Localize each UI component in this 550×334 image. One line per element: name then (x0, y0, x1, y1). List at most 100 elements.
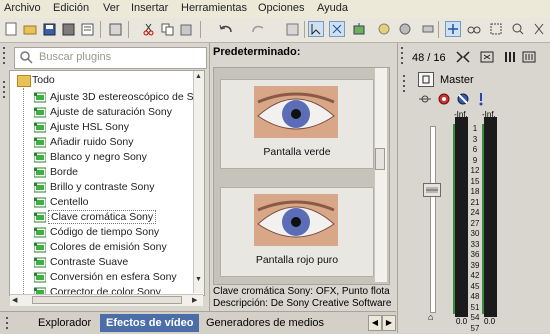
channel-count: 48 / 16 (412, 52, 446, 64)
meter-scale-tick: 39 (467, 261, 483, 272)
search-input[interactable]: Buscar plugins (14, 47, 207, 69)
tab-scroll-left-icon[interactable]: ◀ (368, 315, 382, 331)
meter-scale-tick: 42 (467, 271, 483, 282)
plugin-icon (34, 167, 45, 178)
menu-insertar[interactable]: Insertar (131, 2, 168, 14)
plugin-list-label: Centello (50, 196, 89, 208)
plugin-list-label: Colores de emisión Sony (50, 241, 167, 253)
toolbar-separator (100, 21, 101, 38)
tree-root[interactable]: Todo (10, 72, 200, 89)
volume-fader-track[interactable] (430, 126, 436, 313)
tab-scroll-right-icon[interactable]: ▶ (382, 315, 396, 331)
folder-icon (17, 75, 31, 87)
meter-scale-tick: 51 (467, 303, 483, 314)
tab-explorador[interactable]: Explorador (32, 314, 97, 332)
properties-icon[interactable] (79, 21, 95, 37)
menu-archivo[interactable]: Archivo (4, 2, 41, 14)
panel-grip[interactable] (2, 46, 7, 68)
meter-scale-tick: 48 (467, 292, 483, 303)
plugin-description-name: Clave cromática Sony: OFX, Punto flota (213, 286, 390, 297)
marker-icon[interactable] (397, 21, 413, 37)
plugin-list-label: Ajuste 3D estereoscópico de So (50, 91, 199, 103)
solo-icon[interactable] (456, 92, 470, 109)
menu-edicion[interactable]: Edición (53, 2, 89, 14)
cut-icon[interactable] (140, 21, 156, 37)
plugin-icon (34, 107, 45, 118)
meter-scale-tick: 33 (467, 240, 483, 251)
meter-right (484, 117, 497, 317)
pre-post-icon[interactable] (477, 92, 485, 109)
selection-edit-tool-icon[interactable] (488, 21, 504, 37)
settings-icon[interactable] (107, 21, 123, 37)
search-icon (20, 51, 33, 67)
mixer-properties-icon[interactable] (503, 51, 517, 66)
plugin-list-label: Ajuste HSL Sony (50, 121, 129, 133)
lock-icon[interactable] (376, 21, 392, 37)
preset-card[interactable]: Pantalla verde (220, 79, 374, 169)
dim-output-icon[interactable] (480, 51, 494, 66)
split-tool-icon[interactable] (531, 21, 547, 37)
tab-efectos-de-video[interactable]: Efectos de vídeo (100, 314, 199, 332)
fader-lock-icon[interactable]: ⌂ (428, 312, 433, 322)
plugin-icon (34, 197, 45, 208)
auto-ripple-icon[interactable] (329, 21, 345, 37)
meter-scale-tick: 15 (467, 177, 483, 188)
meter-scale-tick: 12 (467, 166, 483, 177)
tree-horizontal-scrollbar[interactable]: ◀ ▶ (10, 294, 203, 306)
open-folder-icon[interactable] (22, 21, 38, 37)
render-icon[interactable] (60, 21, 76, 37)
scroll-down-icon[interactable]: ▼ (195, 276, 202, 283)
panel-grip[interactable] (402, 74, 407, 101)
normal-edit-tool-icon[interactable] (445, 21, 461, 37)
panel-grip[interactable] (5, 316, 10, 333)
volume-fader-thumb[interactable] (423, 183, 441, 197)
panel-grip[interactable] (400, 46, 405, 73)
plugin-list-label: Conversión en esfera Sony (50, 271, 177, 283)
plugin-description-text: Descripción: De Sony Creative Software (213, 298, 391, 309)
snap-icon[interactable] (308, 21, 324, 37)
copy-icon[interactable] (159, 21, 175, 37)
new-file-icon[interactable] (3, 21, 19, 37)
scroll-left-icon[interactable]: ◀ (12, 296, 17, 304)
preset-card[interactable]: Pantalla rojo puro (220, 187, 374, 277)
delete-icon[interactable] (284, 21, 300, 37)
tab-generadores-de-medios[interactable]: Generadores de medios (200, 314, 330, 332)
preset-list[interactable]: Pantalla verde Pantalla rojo puro (213, 67, 390, 285)
meter-right-value: 0.0 (484, 317, 495, 326)
tree-vertical-scrollbar[interactable]: ▲ ▼ (193, 71, 204, 293)
zoom-tool-icon[interactable] (510, 21, 526, 37)
main-toolbar (0, 18, 550, 43)
meter-scale-tick: 21 (467, 198, 483, 209)
panel-grip[interactable] (2, 80, 7, 100)
menu-ver[interactable]: Ver (103, 2, 120, 14)
preset-scrollbar[interactable] (374, 68, 387, 282)
search-placeholder: Buscar plugins (39, 51, 111, 63)
downmix-icon[interactable] (456, 51, 470, 66)
menu-ayuda[interactable]: Ayuda (317, 2, 348, 14)
meter-scale-tick: 6 (467, 145, 483, 156)
envelope-edit-tool-icon[interactable] (466, 21, 482, 37)
redo-icon[interactable] (250, 21, 266, 37)
scroll-thumb[interactable] (32, 296, 182, 304)
undo-icon[interactable] (218, 21, 234, 37)
mixer-menu-icon[interactable] (522, 51, 536, 66)
preset-label: Pantalla verde (221, 146, 373, 158)
meter-left-level (453, 124, 455, 314)
save-icon[interactable] (41, 21, 57, 37)
plugin-list-label: Blanco y negro Sony (50, 151, 147, 163)
master-label: Master (440, 74, 474, 86)
scroll-up-icon[interactable]: ▲ (195, 73, 202, 80)
plugin-tree[interactable]: Todo Ajuste 3D estereoscópico de So Ajust… (9, 70, 205, 296)
meter-scale-tick: 45 (467, 282, 483, 293)
fx-icon[interactable] (437, 92, 451, 109)
envelope-icon[interactable] (351, 21, 367, 37)
scroll-right-icon[interactable]: ▶ (192, 296, 197, 304)
master-output-icon[interactable] (418, 72, 434, 87)
region-icon[interactable] (420, 21, 436, 37)
preset-scroll-thumb[interactable] (375, 148, 385, 170)
plugin-list-label: Borde (50, 166, 78, 178)
menu-opciones[interactable]: Opciones (258, 2, 304, 14)
paste-icon[interactable] (178, 21, 194, 37)
mute-icon[interactable] (418, 93, 432, 108)
menu-herramientas[interactable]: Herramientas (181, 2, 247, 14)
